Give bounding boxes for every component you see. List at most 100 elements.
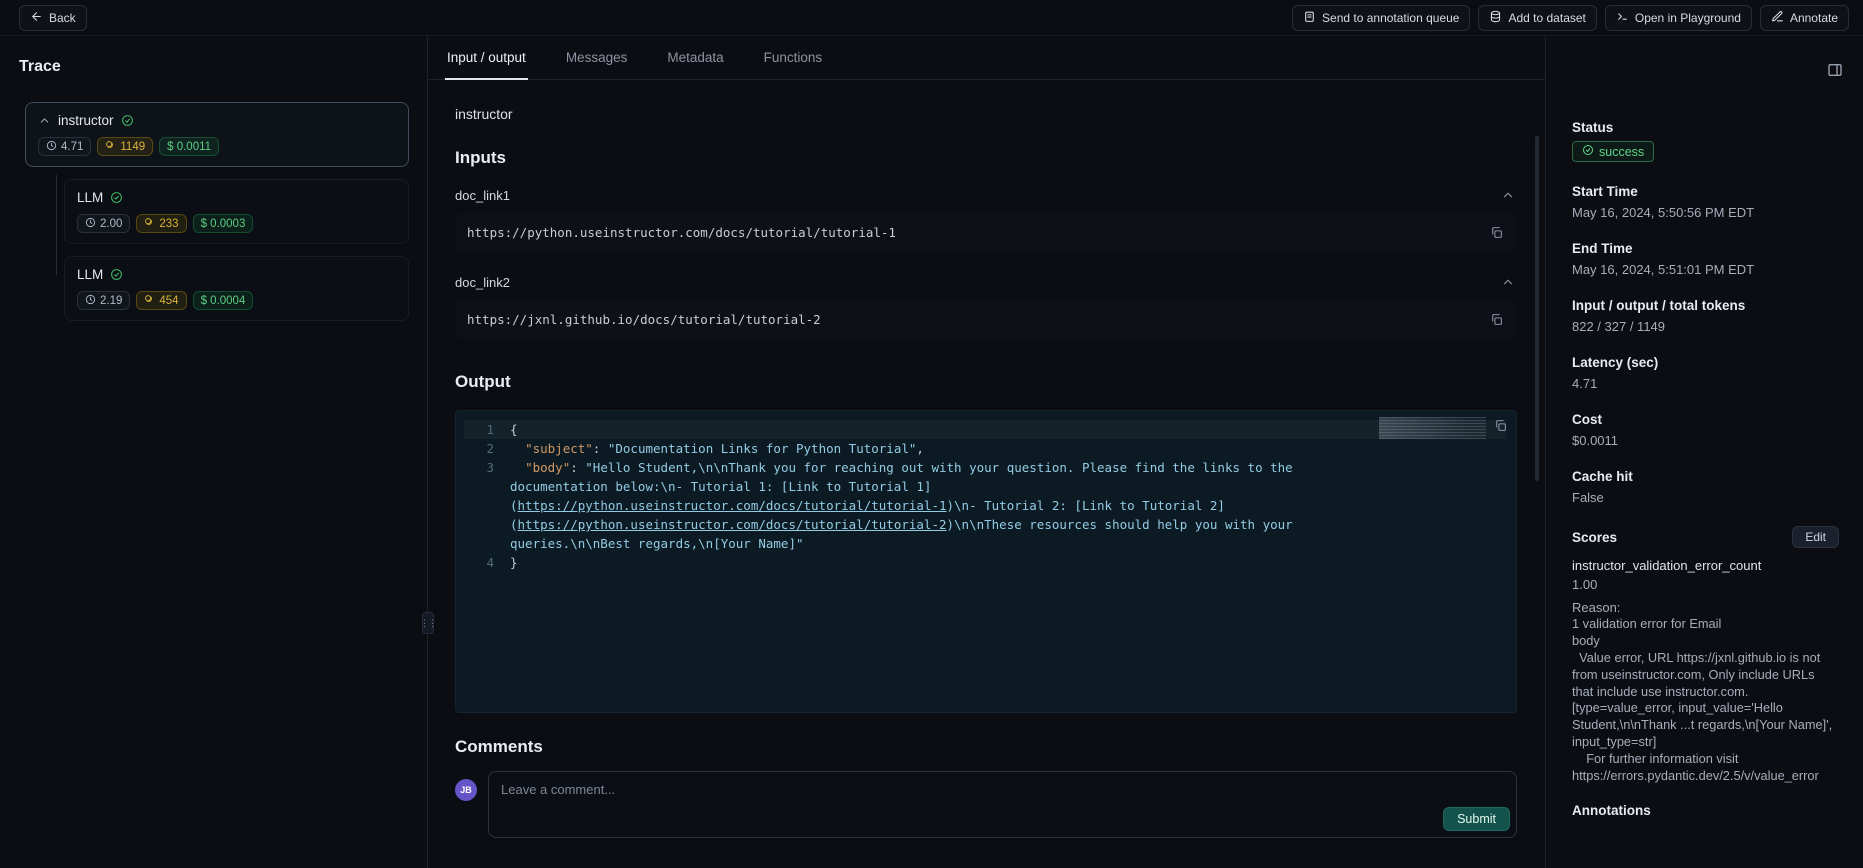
detail-row-end-time: End Time May 16, 2024, 5:51:01 PM EDT [1572, 241, 1839, 277]
tokens-icon [144, 294, 155, 308]
tokens-badge: 1149 [97, 137, 153, 156]
app: Back Send to annotation queue Add to dat… [0, 0, 1863, 868]
tree-connector [56, 175, 57, 275]
annotate-label: Annotate [1790, 11, 1838, 25]
trace-children: LLM 2.00 233 [56, 179, 409, 321]
tab-bar: Input / output Messages Metadata Functio… [428, 36, 1545, 80]
trace-item-label: instructor [58, 113, 114, 128]
output-code: 1{2 "subject": "Documentation Links for … [464, 420, 1506, 572]
status-badge: success [1572, 141, 1654, 162]
input-field-name: doc_link2 [455, 275, 510, 290]
layout: Trace instructor 4.71 [0, 36, 1863, 868]
collapse-section-button[interactable] [1499, 186, 1517, 204]
editor-minimap[interactable] [1379, 417, 1486, 439]
cost-badge: $ 0.0011 [159, 137, 219, 156]
latency-badge: 2.19 [77, 291, 130, 310]
input-field-value: https://jxnl.github.io/docs/tutorial/tut… [467, 312, 821, 327]
input-field-doc-link1: doc_link1 https://python.useinstructor.c… [455, 186, 1517, 251]
main-panel: Input / output Messages Metadata Functio… [428, 36, 1545, 868]
check-circle-icon [1582, 144, 1594, 159]
copy-button[interactable] [1488, 224, 1505, 241]
input-field-name: doc_link1 [455, 188, 510, 203]
detail-row-start-time: Start Time May 16, 2024, 5:50:56 PM EDT [1572, 184, 1839, 220]
topbar: Back Send to annotation queue Add to dat… [0, 0, 1863, 36]
collapse-section-button[interactable] [1499, 273, 1517, 291]
trace-item-instructor[interactable]: instructor 4.71 1149 $ 0.0011 [25, 102, 409, 167]
code-line: 2 "subject": "Documentation Links for Py… [464, 439, 1506, 458]
success-check-icon [121, 114, 134, 127]
code-line: 3 "body": "Hello Student,\n\nThank you f… [464, 458, 1506, 553]
tokens-badge: 233 [136, 214, 186, 233]
trace-item-badges: 2.19 454 $ 0.0004 [77, 291, 396, 310]
trace-item-llm-2[interactable]: LLM 2.19 454 [64, 256, 409, 321]
avatar: JB [455, 779, 477, 801]
collapse-panel-button[interactable] [1825, 60, 1845, 80]
annotate-button[interactable]: Annotate [1760, 5, 1849, 31]
copy-button[interactable] [1488, 311, 1505, 328]
topbar-actions: Send to annotation queue Add to dataset … [1292, 5, 1849, 31]
latency-badge: 4.71 [38, 137, 91, 156]
main-content: instructor Inputs doc_link1 https://pyth… [428, 106, 1545, 868]
cost-badge: $ 0.0004 [193, 291, 254, 310]
score-value: 1.00 [1572, 577, 1839, 592]
detail-row-tokens: Input / output / total tokens 822 / 327 … [1572, 298, 1839, 334]
collapse-chevron-icon[interactable] [38, 114, 51, 127]
submit-comment-button[interactable]: Submit [1443, 807, 1510, 831]
trace-item-badges: 2.00 233 $ 0.0003 [77, 214, 396, 233]
annotate-icon [1771, 10, 1784, 26]
success-check-icon [110, 191, 123, 204]
scores-heading: Scores [1572, 530, 1617, 545]
detail-row-cost: Cost $0.0011 [1572, 412, 1839, 448]
inputs-heading: Inputs [455, 148, 1517, 168]
send-to-annotation-queue-button[interactable]: Send to annotation queue [1292, 5, 1470, 31]
playground-icon [1616, 10, 1629, 26]
comment-input[interactable] [501, 782, 1504, 802]
clock-icon [85, 217, 96, 231]
trace-item-label: LLM [77, 267, 103, 282]
panel-resize-handle[interactable]: ⋮⋮ [422, 612, 434, 634]
trace-sidebar: Trace instructor 4.71 [0, 36, 428, 868]
input-field-value: https://python.useinstructor.com/docs/tu… [467, 225, 896, 240]
cost-badge: $ 0.0003 [193, 214, 254, 233]
scrollbar-thumb[interactable] [1535, 136, 1539, 481]
send-to-annotation-queue-label: Send to annotation queue [1322, 11, 1459, 25]
tokens-badge: 454 [136, 291, 186, 310]
tokens-icon [144, 217, 155, 231]
trace-item-llm-1[interactable]: LLM 2.00 233 [64, 179, 409, 244]
detail-row-latency: Latency (sec) 4.71 [1572, 355, 1839, 391]
copy-output-button[interactable] [1492, 417, 1509, 434]
tokens-icon [105, 140, 116, 154]
annotations-heading: Annotations [1572, 803, 1839, 818]
detail-sidebar: Status success Start Time May 16, 2024, … [1545, 36, 1863, 868]
tab-metadata[interactable]: Metadata [665, 36, 725, 80]
output-heading: Output [455, 372, 1517, 392]
add-to-dataset-button[interactable]: Add to dataset [1478, 5, 1596, 31]
observation-title: instructor [455, 106, 1517, 122]
tab-input-output[interactable]: Input / output [445, 36, 528, 80]
edit-scores-button[interactable]: Edit [1792, 526, 1839, 548]
annotation-queue-icon [1303, 10, 1316, 26]
tab-functions[interactable]: Functions [762, 36, 825, 80]
input-field-doc-link2: doc_link2 https://jxnl.github.io/docs/tu… [455, 273, 1517, 338]
dataset-icon [1489, 10, 1502, 26]
open-in-playground-label: Open in Playground [1635, 11, 1741, 25]
add-to-dataset-label: Add to dataset [1508, 11, 1585, 25]
code-line: 1{ [464, 420, 1506, 439]
clock-icon [46, 140, 57, 154]
score-reason-text: 1 validation error for Email body Value … [1572, 616, 1839, 785]
score-name: instructor_validation_error_count [1572, 558, 1839, 573]
trace-panel-title: Trace [19, 58, 409, 76]
success-check-icon [110, 268, 123, 281]
output-code-editor[interactable]: 1{2 "subject": "Documentation Links for … [455, 410, 1517, 713]
comment-section: JB Submit [455, 771, 1517, 838]
clock-icon [85, 294, 96, 308]
tab-messages[interactable]: Messages [564, 36, 630, 80]
comments-heading: Comments [455, 737, 1517, 757]
open-in-playground-button[interactable]: Open in Playground [1605, 5, 1752, 31]
back-button[interactable]: Back [19, 5, 87, 31]
status-label: Status [1572, 120, 1839, 135]
score-reason-label: Reason: [1572, 600, 1839, 615]
scores-header: Scores Edit [1572, 526, 1839, 548]
code-line: 4} [464, 553, 1506, 572]
trace-item-badges: 4.71 1149 $ 0.0011 [38, 137, 396, 156]
